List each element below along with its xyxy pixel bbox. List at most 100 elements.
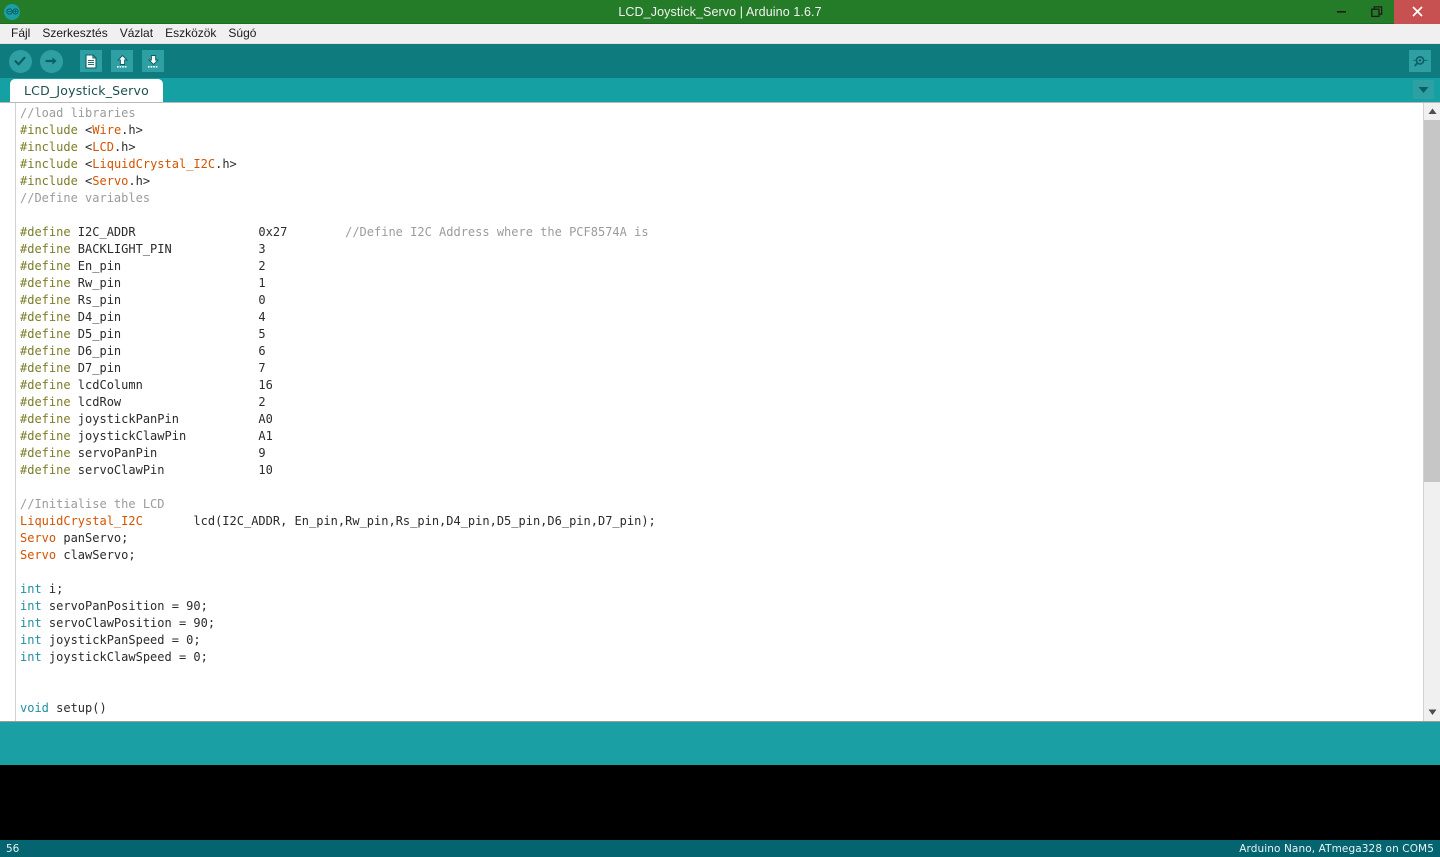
code-token: #define	[20, 395, 78, 409]
code-token: #define	[20, 344, 78, 358]
code-token: void	[20, 701, 49, 715]
code-token: En_pin 2	[77, 259, 266, 273]
scroll-down-button[interactable]	[1424, 704, 1440, 721]
code-token: #define	[20, 293, 78, 307]
code-token: Servo	[20, 531, 57, 545]
code-token: D4_pin 4	[77, 310, 266, 324]
code-token: #include	[20, 174, 86, 188]
code-token: int	[20, 616, 42, 630]
restore-icon[interactable]	[1359, 0, 1394, 24]
verify-button[interactable]	[6, 47, 34, 75]
code-line: #define joystickPanPin A0	[20, 411, 1423, 428]
code-line: #define joystickClawPin A1	[20, 428, 1423, 445]
code-line: #define Rw_pin 1	[20, 275, 1423, 292]
code-line: #define D4_pin 4	[20, 309, 1423, 326]
code-token: #define	[20, 429, 78, 443]
menu-sketch[interactable]: Vázlat	[114, 24, 159, 43]
code-token: LCD	[92, 140, 114, 154]
board-info: Arduino Nano, ATmega328 on COM5	[1239, 842, 1434, 855]
code-token: #define	[20, 327, 78, 341]
console-output[interactable]	[0, 765, 1440, 840]
code-token: Rs_pin 0	[77, 293, 266, 307]
code-token: #define	[20, 242, 78, 256]
code-token: //Define variables	[20, 191, 151, 205]
open-button[interactable]	[108, 47, 136, 75]
code-line: #include <Wire.h>	[20, 122, 1423, 139]
code-editor[interactable]: //load libraries #include <Wire.h> #includ…	[0, 102, 1440, 721]
code-token: #include	[20, 123, 86, 137]
code-token: setup()	[48, 701, 107, 715]
code-token: LiquidCrystal_I2C	[92, 157, 216, 171]
arrow-up-icon	[111, 50, 133, 72]
code-token: servoPanPin 9	[77, 446, 266, 460]
code-token: #define	[20, 361, 78, 375]
code-line: Servo panServo;	[20, 530, 1423, 547]
menu-help[interactable]: Súgó	[222, 24, 262, 43]
code-token: lcd(I2C_ADDR, En_pin,Rw_pin,Rs_pin,D4_pi…	[142, 514, 656, 528]
tab-lcd-joystick-servo[interactable]: LCD_Joystick_Servo	[10, 79, 163, 102]
scroll-up-button[interactable]	[1424, 103, 1440, 120]
code-token: int	[20, 599, 42, 613]
code-token: Servo	[20, 548, 57, 562]
window-title: LCD_Joystick_Servo | Arduino 1.6.7	[618, 4, 822, 19]
window-controls	[1324, 0, 1440, 24]
tab-strip: LCD_Joystick_Servo	[0, 78, 1440, 102]
code-line: #define D6_pin 6	[20, 343, 1423, 360]
code-token: .h>	[215, 157, 237, 171]
editor-vertical-scrollbar[interactable]	[1423, 103, 1440, 721]
code-token: servoPanPosition = 90;	[41, 599, 208, 613]
magnifier-icon	[1409, 50, 1431, 72]
chevron-down-icon	[1418, 81, 1429, 99]
menu-edit[interactable]: Szerkesztés	[36, 24, 113, 43]
code-line: #define servoClawPin 10	[20, 462, 1423, 479]
cursor-line-number: 56	[6, 842, 20, 855]
new-button[interactable]	[77, 47, 105, 75]
code-line: //Initialise the LCD	[20, 496, 1423, 513]
code-token: #define	[20, 225, 78, 239]
code-token: .h>	[128, 174, 151, 188]
save-button[interactable]	[139, 47, 167, 75]
code-line: int joystickClawSpeed = 0;	[20, 649, 1423, 666]
code-line: Servo clawServo;	[20, 547, 1423, 564]
code-token: i;	[41, 582, 64, 596]
code-token: .h>	[113, 140, 136, 154]
code-token: I2C_ADDR 0x27	[77, 225, 346, 239]
code-token: lcdRow 2	[77, 395, 266, 409]
serial-monitor-button[interactable]	[1406, 47, 1434, 75]
code-line: #define D7_pin 7	[20, 360, 1423, 377]
message-bar	[0, 721, 1440, 765]
menu-file[interactable]: Fájl	[5, 24, 36, 43]
code-line: int joystickPanSpeed = 0;	[20, 632, 1423, 649]
code-token: //Initialise the LCD	[20, 497, 165, 511]
code-line: #define servoPanPin 9	[20, 445, 1423, 462]
code-line: int servoPanPosition = 90;	[20, 598, 1423, 615]
close-icon[interactable]	[1394, 0, 1440, 24]
code-line: #include <LCD.h>	[20, 139, 1423, 156]
code-token: joystickClawPin A1	[77, 429, 273, 443]
tab-menu-button[interactable]	[1413, 80, 1434, 99]
code-text-area[interactable]: //load libraries #include <Wire.h> #includ…	[16, 103, 1423, 721]
code-token: int	[20, 633, 42, 647]
code-line: #include <Servo.h>	[20, 173, 1423, 190]
menu-bar: Fájl Szerkesztés Vázlat Eszközök Súgó	[0, 24, 1440, 44]
upload-button[interactable]	[37, 47, 65, 75]
arrow-right-icon	[39, 49, 63, 73]
minimize-icon[interactable]	[1324, 0, 1359, 24]
code-line: #define lcdRow 2	[20, 394, 1423, 411]
code-line: int i;	[20, 581, 1423, 598]
code-token: clawServo;	[56, 548, 136, 562]
code-token: panServo;	[56, 531, 129, 545]
code-token: #define	[20, 412, 78, 426]
menu-tools[interactable]: Eszközök	[159, 24, 222, 43]
code-token: #define	[20, 259, 78, 273]
editor-gutter	[0, 103, 16, 721]
code-token: servoClawPosition = 90;	[41, 616, 216, 630]
code-token: Servo	[92, 174, 129, 188]
code-token: joystickClawSpeed = 0;	[41, 650, 208, 664]
scroll-thumb[interactable]	[1424, 120, 1440, 483]
scroll-track[interactable]	[1424, 120, 1440, 704]
